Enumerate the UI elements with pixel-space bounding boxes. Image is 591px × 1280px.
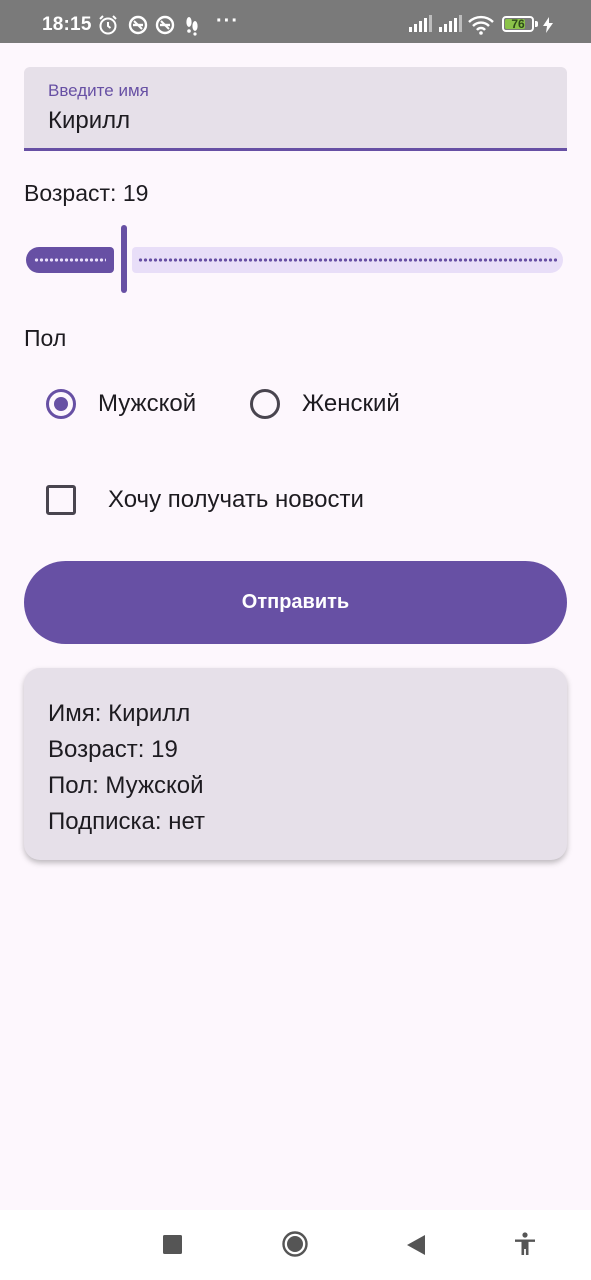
home-icon[interactable] <box>282 1231 308 1257</box>
battery-tip <box>535 21 538 27</box>
alarm-icon <box>97 14 119 36</box>
radio-button-female[interactable] <box>250 389 280 419</box>
submit-button[interactable]: Отправить <box>24 561 567 644</box>
radio-option-female[interactable]: Женский <box>250 378 400 430</box>
navigation-bar <box>0 1210 591 1280</box>
status-time: 18:15 <box>42 14 92 35</box>
charging-icon <box>542 17 554 33</box>
name-field-value[interactable]: Кирилл <box>48 107 130 135</box>
newsletter-option[interactable]: Хочу получать новости <box>46 480 364 520</box>
age-label: Возраст: 19 <box>24 180 149 206</box>
recents-icon[interactable] <box>163 1235 182 1254</box>
result-gender: Пол: Мужской <box>48 772 204 799</box>
result-name: Имя: Кирилл <box>48 700 191 727</box>
dnd-icon <box>127 14 149 36</box>
slider-inactive-track[interactable] <box>132 247 563 273</box>
signal-icon <box>408 15 432 33</box>
result-age: Возраст: 19 <box>48 736 178 763</box>
dnd-icon <box>154 14 176 36</box>
radio-label-male: Мужской <box>98 390 197 417</box>
radio-option-male[interactable]: Мужской <box>46 378 196 430</box>
result-card: Имя: Кирилл Возраст: 19 Пол: Мужской Под… <box>24 668 567 860</box>
name-field-label: Введите имя <box>48 81 149 100</box>
slider-active-track <box>26 247 114 273</box>
age-slider[interactable] <box>24 225 567 295</box>
radio-button-male[interactable] <box>46 389 76 419</box>
signal-icon <box>438 15 462 33</box>
footprints-icon <box>184 14 200 36</box>
name-field[interactable]: Введите имя Кирилл <box>24 67 567 151</box>
gender-label: Пол <box>24 325 67 351</box>
result-subscription: Подписка: нет <box>48 808 205 835</box>
slider-thumb[interactable] <box>121 225 127 293</box>
newsletter-label: Хочу получать новости <box>108 486 364 513</box>
accessibility-icon[interactable] <box>514 1232 536 1256</box>
radio-label-female: Женский <box>302 390 400 417</box>
battery-icon: 76 <box>502 16 534 32</box>
status-bar: 18:15 ··· 76 <box>0 0 591 43</box>
battery-level: 76 <box>511 17 525 31</box>
newsletter-checkbox[interactable] <box>46 485 76 515</box>
wifi-icon <box>468 15 494 35</box>
back-icon[interactable] <box>406 1234 426 1256</box>
more-notifications-icon: ··· <box>216 10 239 32</box>
